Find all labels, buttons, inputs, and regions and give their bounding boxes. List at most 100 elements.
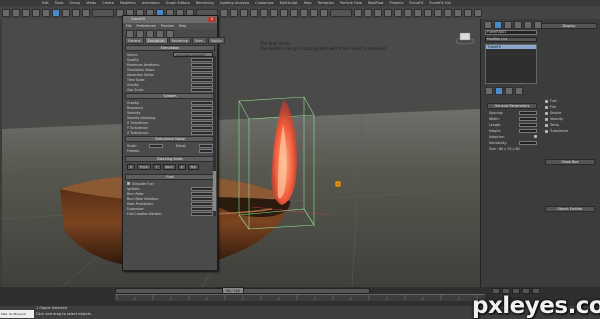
toolbar-button-icon[interactable] (12, 8, 20, 17)
object-emitter-header[interactable]: Object Emitter (545, 206, 595, 212)
sensitivity-field[interactable] (519, 141, 537, 145)
display-checkbox[interactable] (545, 123, 548, 127)
toolbar-button-icon[interactable] (374, 8, 382, 17)
display-checkbox[interactable] (545, 99, 548, 103)
remove-modifier-icon[interactable] (515, 87, 523, 95)
fuel-header[interactable]: Fuel (125, 174, 215, 180)
block-top-button[interactable]: Top (187, 164, 199, 170)
toolbar-button-icon[interactable] (2, 8, 10, 17)
param-spinner[interactable] (191, 120, 213, 125)
toolbar-button-icon[interactable] (280, 8, 288, 17)
toolbar-button-icon[interactable] (250, 8, 258, 17)
perspective-viewport[interactable]: [+] [Perspective ] [Smooth + Highlights … (2, 19, 480, 287)
modifier-stack[interactable]: FumeFX (485, 44, 537, 84)
param-spinner[interactable] (191, 196, 213, 201)
toolbar-button-icon[interactable] (444, 8, 452, 17)
block-back-button[interactable]: Back (162, 164, 176, 170)
dialog-scrollbar[interactable] (213, 56, 216, 216)
toolbar-button-icon[interactable] (454, 8, 462, 17)
toolbar-button-icon[interactable] (330, 8, 352, 17)
dialog-menu-preview[interactable]: Preview (161, 23, 174, 29)
dialog-title-bar[interactable]: FumeFX ✕ (123, 16, 217, 23)
display-tab-icon[interactable] (524, 21, 532, 29)
display-header[interactable]: Display (541, 23, 597, 29)
maxscript-listener[interactable]: Max: 0s Physical (0, 310, 34, 318)
display-checkbox[interactable] (545, 117, 548, 121)
tab-simulation[interactable]: Simulation (144, 37, 168, 44)
tab-objects-sources[interactable]: Obj/Src (207, 37, 226, 44)
toolbar-button-icon[interactable] (394, 8, 402, 17)
toolbar-button-icon[interactable] (260, 8, 268, 17)
display-checkbox[interactable] (545, 105, 548, 109)
param-spinner[interactable] (191, 62, 213, 67)
param-spinner[interactable] (191, 57, 213, 62)
toolbar-button-icon[interactable] (474, 8, 482, 17)
toolbar-button-icon[interactable] (320, 8, 328, 17)
toolbar-button-icon[interactable] (72, 8, 80, 17)
display-checkbox[interactable] (545, 111, 548, 115)
motion-tab-icon[interactable] (514, 21, 522, 29)
toolbar-button-icon[interactable] (404, 8, 412, 17)
tab-general[interactable]: General (125, 37, 144, 44)
dialog-menu-file[interactable]: File (126, 23, 132, 29)
param-spinner[interactable] (191, 110, 213, 115)
toolbar-button-icon[interactable] (354, 8, 362, 17)
blocking-sides-header[interactable]: Blocking Sides (125, 156, 215, 162)
toolbar-button-icon[interactable] (220, 8, 228, 17)
param-spinner[interactable] (191, 67, 213, 72)
make-unique-icon[interactable] (505, 87, 513, 95)
create-tab-icon[interactable] (484, 21, 492, 29)
toolbar-button-icon[interactable] (384, 8, 392, 17)
param-spinner[interactable] (191, 186, 213, 191)
param-spinner[interactable] (191, 206, 213, 211)
solver-dropdown[interactable]: Conjugate Gradient (173, 52, 213, 57)
simulation-header[interactable]: Simulation (125, 45, 215, 51)
param-spinner[interactable] (191, 191, 213, 196)
modifier-stack-item[interactable]: FumeFX (486, 45, 536, 49)
toolbar-button-icon[interactable] (310, 8, 318, 17)
param-spinner[interactable] (191, 125, 213, 130)
toolbar-button-icon[interactable] (414, 8, 422, 17)
block-x-button[interactable]: X (127, 164, 136, 170)
block-front-button[interactable]: Front (137, 164, 151, 170)
param-spinner[interactable] (191, 201, 213, 206)
turbulence-header[interactable]: Turbulence Noise (125, 136, 215, 142)
time-slider-handle[interactable]: 90 / 100 (222, 287, 244, 294)
object-name-field[interactable]: FumeFX001 (485, 30, 537, 35)
param-spinner[interactable] (191, 105, 213, 110)
toolbar-button-icon[interactable] (270, 8, 278, 17)
system-header[interactable]: System (125, 93, 215, 99)
simulate-fuel-checkbox[interactable] (127, 182, 130, 185)
block-y-button[interactable]: Y (152, 164, 161, 170)
timeline-ruler[interactable] (115, 294, 485, 301)
param-spinner[interactable] (191, 87, 213, 92)
toolbar-button-icon[interactable] (464, 8, 472, 17)
height-field[interactable] (519, 129, 537, 133)
toolbar-button-icon[interactable] (434, 8, 442, 17)
close-icon[interactable]: ✕ (208, 17, 216, 22)
param-spinner[interactable] (191, 72, 213, 77)
show-end-result-icon[interactable] (495, 87, 503, 95)
turbulence-frames-field[interactable] (199, 148, 213, 153)
length-field[interactable] (519, 123, 537, 127)
general-parameters-header[interactable]: General Parameters (487, 103, 537, 109)
toolbar-button-icon[interactable] (42, 8, 50, 17)
toolbar-button-icon[interactable] (92, 8, 114, 17)
tab-rendering[interactable]: Rendering (168, 37, 191, 44)
block-z-button[interactable]: Z (177, 164, 186, 170)
toolbar-button-icon[interactable] (82, 8, 90, 17)
param-spinner[interactable] (191, 115, 213, 120)
display-checkbox[interactable] (545, 129, 548, 133)
adaptive-checkbox[interactable] (534, 135, 537, 138)
param-spinner[interactable] (191, 211, 213, 216)
modifier-list-dropdown[interactable]: Modifier List (485, 37, 537, 42)
turbulence-scale-field[interactable] (149, 143, 164, 148)
spacing-field[interactable] (519, 111, 537, 115)
tab-illumination[interactable]: Illum. (191, 37, 207, 44)
dialog-menu-preferences[interactable]: Preferences (137, 23, 156, 29)
toolbar-button-icon[interactable] (32, 8, 40, 17)
width-field[interactable] (519, 117, 537, 121)
modify-tab-icon[interactable] (494, 21, 502, 29)
toolbar-button-icon[interactable] (62, 8, 70, 17)
toolbar-button-icon[interactable] (22, 8, 30, 17)
